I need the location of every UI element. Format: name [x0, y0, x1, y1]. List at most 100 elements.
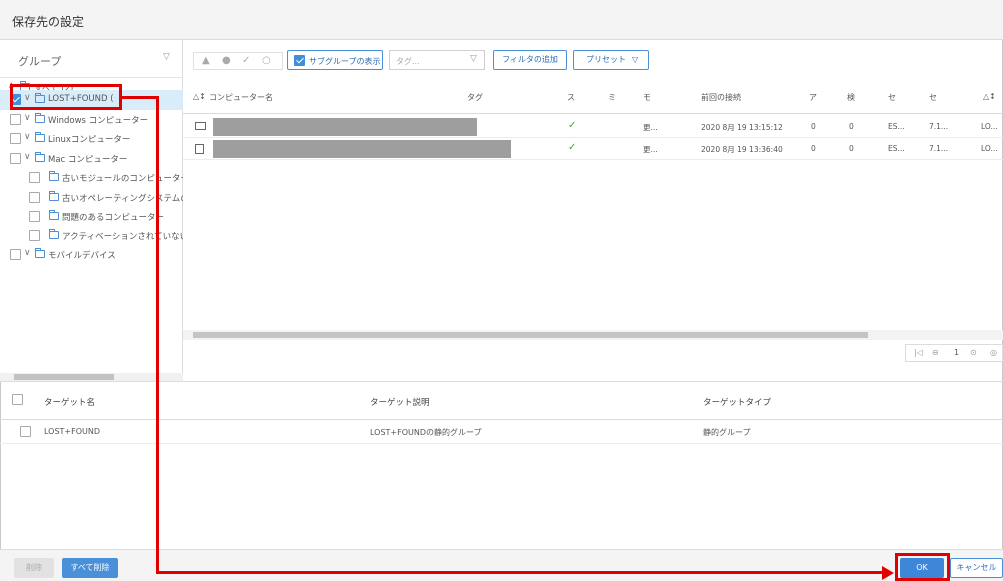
cell: 0	[811, 122, 816, 131]
chevron-down-icon[interactable]: ∨	[24, 248, 31, 258]
tree-item-label: Mac コンピューター	[48, 155, 128, 165]
tree-item-label: 古いオペレーティングシステムの	[62, 194, 183, 204]
show-subgroups-label: サブグループの表示	[309, 57, 381, 66]
cell: LO...	[981, 122, 998, 131]
row-checkbox[interactable]	[20, 426, 31, 437]
cell: ES...	[888, 122, 905, 131]
tag-filter-input[interactable]: タグ... ▽	[389, 50, 485, 70]
target-type-cell: 静的グループ	[703, 428, 751, 437]
info-icon[interactable]: ●	[222, 55, 231, 66]
column-header[interactable]: ターゲット説明	[370, 396, 430, 408]
first-page-icon[interactable]: |◁	[914, 348, 923, 357]
tree-checkbox[interactable]	[29, 192, 40, 203]
preset-label: プリセット	[586, 55, 626, 64]
tree-item-label: アクティベーションされていない	[62, 232, 183, 242]
column-header[interactable]: ターゲット名	[44, 396, 95, 408]
column-header[interactable]: タグ	[467, 92, 483, 103]
tree-item-label: Linuxコンピューター	[48, 135, 131, 145]
computer-toolbar: ▲ ● ✓ ○ サブグループの表示 タグ... ▽ フィルタの追加 プリセット …	[183, 40, 1003, 78]
callout-box-ok	[895, 553, 950, 581]
redacted-computer-name	[213, 118, 477, 136]
chevron-down-icon[interactable]: ▽	[163, 52, 170, 62]
tree-item-label: 問題のあるコンピューター	[62, 213, 165, 223]
chevron-down-icon: ▽	[632, 55, 639, 64]
computers-table: △↕ コンピューター名 タグ ス ミ モ 前回の接続 ア 検 セ セ △↕ ✓ …	[183, 78, 1003, 381]
sort-icon[interactable]: △↕	[983, 92, 996, 101]
folder-icon	[35, 248, 45, 258]
column-header[interactable]: ミ	[608, 92, 616, 103]
page-size-icon[interactable]: ◎	[990, 348, 997, 357]
check-icon[interactable]: ✓	[242, 55, 250, 66]
subgroups-checkbox[interactable]	[294, 55, 305, 66]
tree-checkbox[interactable]	[29, 211, 40, 222]
tree-checkbox[interactable]	[29, 172, 40, 183]
cell: LO...	[981, 144, 998, 153]
show-subgroups-toggle[interactable]: サブグループの表示	[287, 50, 383, 70]
preset-button[interactable]: プリセット ▽	[573, 50, 649, 70]
column-header[interactable]: モ	[643, 92, 651, 103]
warning-icon[interactable]: ▲	[202, 55, 210, 66]
cell: 0	[811, 144, 816, 153]
folder-icon	[49, 171, 59, 181]
chevron-down-icon[interactable]: ∨	[24, 152, 31, 162]
pagination: |◁ ⊖ 1 ⊙ ◎	[905, 344, 1003, 362]
cancel-button[interactable]: キャンセル	[950, 558, 1003, 578]
scrollbar-thumb[interactable]	[193, 332, 868, 338]
circle-icon[interactable]: ○	[262, 55, 271, 66]
callout-line	[156, 96, 159, 574]
folder-icon	[49, 210, 59, 220]
tree-checkbox[interactable]	[29, 230, 40, 241]
folder-icon	[35, 152, 45, 162]
chevron-down-icon[interactable]: ∨	[24, 132, 31, 142]
add-filter-button[interactable]: フィルタの追加	[493, 50, 567, 70]
folder-icon	[35, 132, 45, 142]
current-page: 1	[954, 348, 960, 357]
delete-button[interactable]: 削除	[14, 558, 54, 578]
column-header[interactable]: セ	[929, 92, 937, 103]
chevron-down-icon[interactable]: ∨	[24, 113, 31, 123]
dialog-footer: 削除 すべて削除 OK キャンセル	[0, 549, 1003, 581]
tree-item-label: Windows コンピューター	[48, 116, 149, 126]
cell: 7.1...	[929, 122, 949, 131]
next-page-icon[interactable]: ⊙	[970, 348, 977, 357]
tree-checkbox[interactable]	[10, 133, 21, 144]
callout-line	[156, 571, 884, 574]
target-description-cell: LOST+FOUNDの静的グループ	[370, 428, 482, 437]
tree-checkbox[interactable]	[10, 153, 21, 164]
status-ok-icon: ✓	[568, 120, 577, 131]
sort-icon[interactable]: △↕	[193, 92, 206, 101]
targets-table-header: ターゲット名 ターゲット説明 ターゲットタイプ	[0, 382, 1003, 420]
target-name-cell: LOST+FOUND	[44, 427, 101, 436]
delete-all-button[interactable]: すべて削除	[62, 558, 118, 578]
cell: 7.1...	[929, 144, 949, 153]
last-connected-cell: 2020 8月 19 13:36:40	[701, 145, 783, 154]
table-row[interactable]: ✓ 更... 2020 8月 19 13:15:12 0 0 ES... 7.1…	[183, 116, 1003, 138]
cell: 0	[849, 122, 854, 131]
server-icon	[195, 144, 204, 154]
mode-cell: 更...	[643, 123, 658, 132]
column-header[interactable]: セ	[888, 92, 896, 103]
tree-item-label: モバイルデバイス	[48, 251, 116, 261]
tag-placeholder: タグ...	[396, 57, 420, 66]
scrollbar-thumb[interactable]	[14, 374, 114, 380]
targets-table: ターゲット名 ターゲット説明 ターゲットタイプ LOST+FOUND LOST+…	[0, 381, 1003, 549]
column-header[interactable]: 検	[847, 92, 855, 103]
chevron-down-icon[interactable]: ▽	[470, 54, 477, 64]
column-header[interactable]: ターゲットタイプ	[703, 396, 771, 408]
groups-header[interactable]: グループ ▽	[0, 40, 183, 78]
cell: ES...	[888, 144, 905, 153]
table-row[interactable]: ✓ 更... 2020 8月 19 13:36:40 0 0 ES... 7.1…	[183, 138, 1003, 160]
column-header[interactable]: コンピューター名	[209, 92, 273, 103]
folder-icon	[49, 229, 59, 239]
tree-checkbox[interactable]	[10, 249, 21, 260]
column-header[interactable]: 前回の接続	[701, 92, 741, 103]
dialog-title: 保存先の設定	[12, 15, 85, 29]
prev-page-icon[interactable]: ⊖	[932, 348, 939, 357]
column-header[interactable]: ア	[809, 92, 817, 103]
tree-checkbox[interactable]	[10, 114, 21, 125]
computers-horizontal-scrollbar[interactable]	[183, 330, 1003, 340]
column-header[interactable]: ス	[567, 92, 575, 103]
table-row[interactable]: LOST+FOUND LOST+FOUNDの静的グループ 静的グループ	[0, 420, 1003, 444]
select-all-checkbox[interactable]	[12, 394, 23, 405]
callout-line	[122, 96, 158, 99]
